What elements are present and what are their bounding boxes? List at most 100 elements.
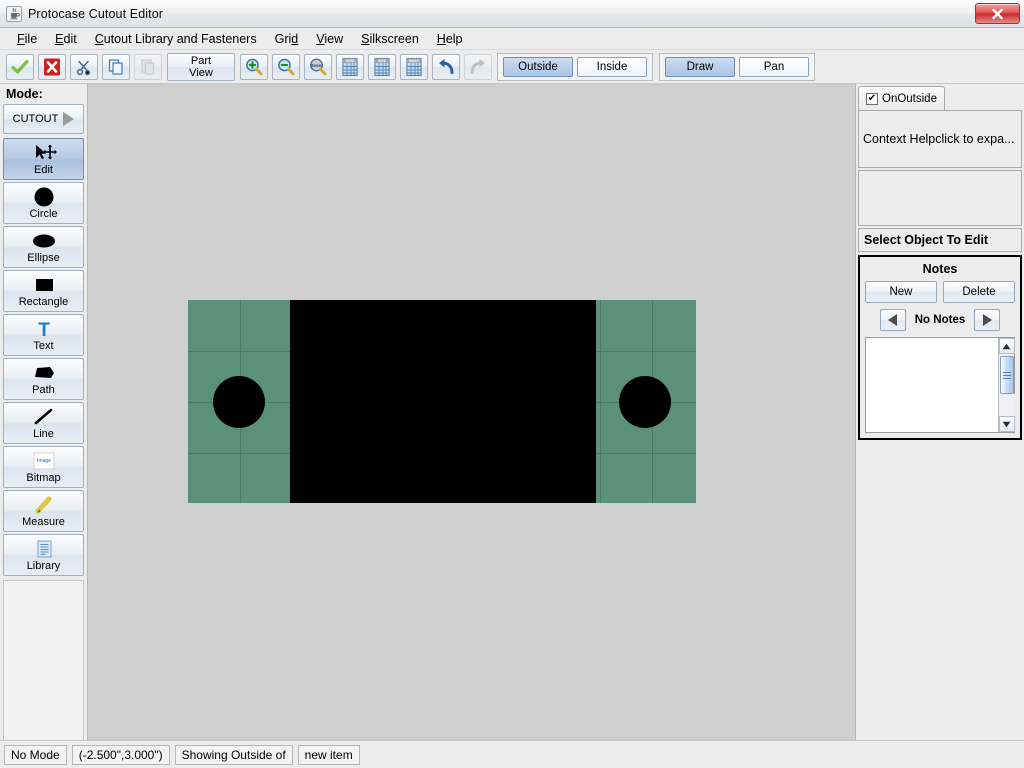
size-icon: SIZE: [372, 57, 392, 77]
sidebar-tool-label: Circle: [29, 208, 57, 220]
circle-icon: [4, 186, 83, 208]
draw-button[interactable]: Draw: [665, 57, 735, 77]
menu-grid[interactable]: Grid: [266, 30, 308, 48]
size-button[interactable]: SIZE: [368, 54, 396, 80]
window-title: Protocase Cutout Editor: [28, 7, 163, 21]
accept-checkmark-button[interactable]: [6, 54, 34, 80]
undo-button[interactable]: [432, 54, 460, 80]
onoutside-checkbox[interactable]: ✔: [866, 93, 878, 105]
context-help-box[interactable]: Context Helpclick to expa...: [858, 110, 1022, 168]
properties-panel: ✔ OnOutside Context Helpclick to expa...…: [855, 84, 1024, 740]
snap-toggle-button[interactable]: SNAP: [400, 54, 428, 80]
part-panel[interactable]: [188, 300, 696, 503]
menu-cutout-library-and-fasteners[interactable]: Cutout Library and Fasteners: [86, 30, 266, 48]
scissors-icon: [75, 58, 93, 76]
main-body: Mode: CUTOUT Edit Circ: [0, 84, 1024, 740]
sidebar-tool-library[interactable]: Library: [3, 534, 84, 576]
application-window: Protocase Cutout Editor File Edit Cutout…: [0, 0, 1024, 768]
menu-silkscreen[interactable]: Silkscreen: [352, 30, 428, 48]
select-object-box: Select Object To Edit: [858, 228, 1022, 252]
new-note-button[interactable]: New: [865, 281, 937, 303]
menu-file[interactable]: File: [8, 30, 46, 48]
side-selection-group: Outside Inside: [497, 53, 653, 81]
drawing-canvas[interactable]: [88, 84, 855, 740]
zoom-in-icon: [244, 57, 264, 77]
sidebar-tool-line[interactable]: Line: [3, 402, 84, 444]
coordinates-status: (-2.500",3.000"): [72, 745, 170, 765]
chevron-down-icon: [1002, 421, 1011, 428]
notes-scrollbar[interactable]: [998, 338, 1014, 432]
sidebar-tool-label: Line: [33, 428, 54, 440]
bitmap-image-icon: Image: [4, 450, 83, 472]
zoom-reset-button[interactable]: Reset: [304, 54, 332, 80]
previous-note-button[interactable]: [880, 309, 906, 331]
status-bar: No Mode (-2.500",3.000") Showing Outside…: [0, 740, 1024, 768]
snap-icon: SNAP: [404, 57, 424, 77]
rectangular-cutout[interactable]: [290, 300, 596, 503]
checkmark-icon: [11, 59, 29, 75]
notes-panel: Notes New Delete No Notes: [858, 255, 1022, 440]
paste-button[interactable]: [134, 54, 162, 80]
scroll-down-button[interactable]: [999, 416, 1015, 432]
tab-onoutside[interactable]: ✔ OnOutside: [858, 86, 945, 110]
mode-status: No Mode: [4, 745, 67, 765]
delete-note-button[interactable]: Delete: [943, 281, 1015, 303]
sidebar-tool-label: Measure: [22, 516, 65, 528]
right-panel-empty-area: [858, 440, 1022, 740]
cursor-move-icon: [4, 142, 83, 164]
cancel-x-button[interactable]: [38, 54, 66, 80]
main-toolbar: Part View Reset: [0, 50, 1024, 84]
redo-icon: [468, 58, 488, 76]
showing-status: Showing Outside of: [175, 745, 293, 765]
menu-help[interactable]: Help: [428, 30, 472, 48]
sidebar-tool-label: Path: [32, 384, 55, 396]
property-placeholder-box: [858, 170, 1022, 226]
svg-text:SNAP: SNAP: [409, 59, 420, 63]
measure-pencil-icon: [4, 494, 83, 516]
menu-edit[interactable]: Edit: [46, 30, 86, 48]
mouse-mode-group: Draw Pan: [659, 53, 815, 81]
close-window-button[interactable]: [975, 3, 1020, 24]
inside-button[interactable]: Inside: [577, 57, 647, 77]
notes-navigation: No Notes: [863, 309, 1017, 337]
next-note-button[interactable]: [974, 309, 1000, 331]
sidebar-tool-text[interactable]: T Text: [3, 314, 84, 356]
scroll-thumb[interactable]: [1000, 356, 1014, 394]
next-note-arrow-icon: [983, 314, 992, 326]
zoom-out-button[interactable]: [272, 54, 300, 80]
cutout-mode-button[interactable]: CUTOUT: [3, 104, 84, 134]
pan-button[interactable]: Pan: [739, 57, 809, 77]
sidebar-tool-edit[interactable]: Edit: [3, 138, 84, 180]
sidebar-tool-bitmap[interactable]: Image Bitmap: [3, 446, 84, 488]
part-view-button[interactable]: Part View: [167, 53, 235, 81]
sidebar-tool-path[interactable]: Path: [3, 358, 84, 400]
circular-cutout-left[interactable]: [213, 376, 265, 428]
mode-label: Mode:: [3, 86, 84, 104]
sidebar-tool-circle[interactable]: Circle: [3, 182, 84, 224]
scroll-up-button[interactable]: [999, 338, 1015, 354]
sidebar-empty-area: [3, 580, 84, 740]
text-t-icon: T: [4, 318, 83, 340]
outside-button[interactable]: Outside: [503, 57, 573, 77]
zoom-in-button[interactable]: [240, 54, 268, 80]
notes-text-area[interactable]: [866, 338, 998, 432]
grid-icon: GRID: [340, 57, 360, 77]
chevron-up-icon: [1002, 343, 1011, 350]
copy-button[interactable]: [102, 54, 130, 80]
cut-scissors-button[interactable]: [70, 54, 98, 80]
tool-sidebar: Mode: CUTOUT Edit Circ: [0, 84, 88, 740]
sidebar-tool-rectangle[interactable]: Rectangle: [3, 270, 84, 312]
close-icon: [991, 8, 1004, 20]
part-view-line2: View: [189, 67, 213, 79]
sidebar-tool-ellipse[interactable]: Ellipse: [3, 226, 84, 268]
context-help-text: Context Helpclick to expa...: [863, 132, 1014, 146]
circular-cutout-right[interactable]: [619, 376, 671, 428]
scroll-track[interactable]: [999, 394, 1015, 416]
sidebar-tool-measure[interactable]: Measure: [3, 490, 84, 532]
menu-view[interactable]: View: [307, 30, 352, 48]
redo-button[interactable]: [464, 54, 492, 80]
svg-text:SIZE: SIZE: [378, 59, 387, 63]
notes-text-area-wrapper: [865, 337, 1015, 433]
grid-toggle-button[interactable]: GRID: [336, 54, 364, 80]
svg-text:Reset: Reset: [310, 63, 323, 68]
